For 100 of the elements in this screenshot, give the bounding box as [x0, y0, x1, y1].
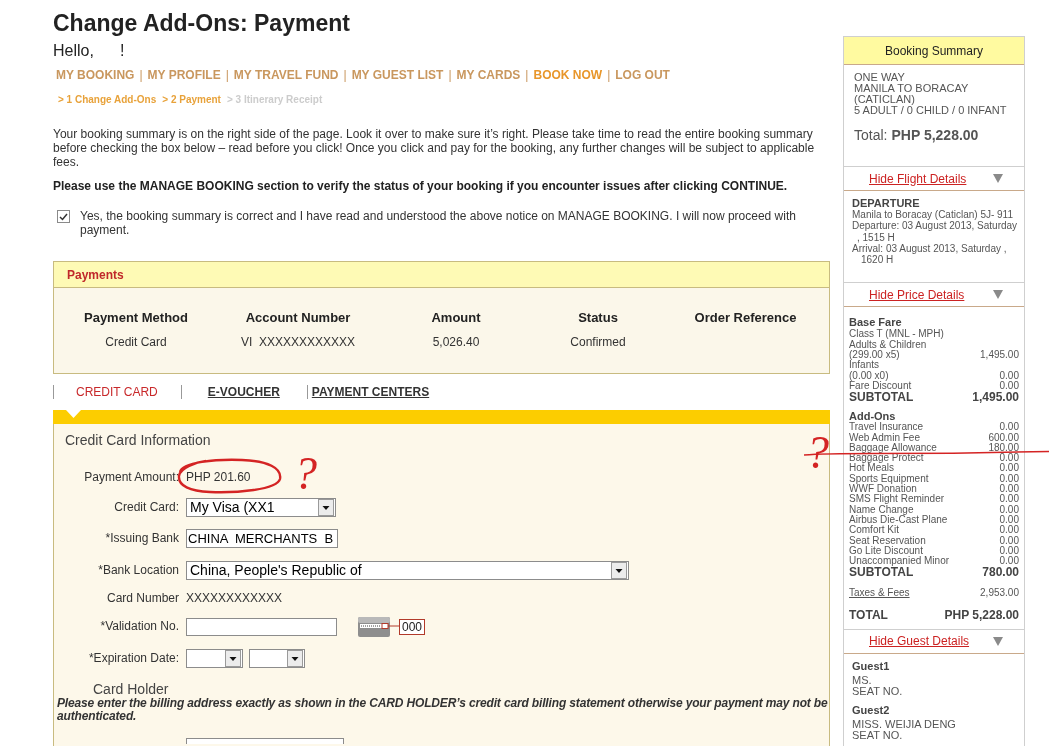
select-field[interactable]: China, People's Republic of	[186, 561, 629, 580]
select-field[interactable]	[186, 738, 344, 744]
departure-text: Departure: 03 August 2013, Saturday	[852, 220, 1019, 232]
price-amount: 0.00	[999, 380, 1019, 392]
toggle-link[interactable]: Hide Flight Details	[869, 171, 967, 186]
nav-separator: |	[448, 68, 452, 82]
toggle-link[interactable]: Hide Price Details	[869, 288, 965, 302]
section-title: Credit Card Information	[65, 432, 212, 449]
greeting-text: Hello,	[53, 42, 94, 60]
price-label: SUBTOTAL	[849, 566, 914, 580]
total-label: Total:	[854, 127, 888, 143]
caret-down-icon	[225, 650, 241, 667]
price-amount: 0.00	[999, 525, 1019, 536]
price-label: Name Change	[849, 504, 914, 515]
field-label: *Expiration Date:	[87, 650, 179, 665]
price-amount: 1,495.00	[980, 350, 1019, 361]
notice-text: Your booking summary is on the right side of the page. Look it over to make sure it’s right. Please take time to read the entire booking summary before checking the box below – read before you click! Once you click and pay for the booking, any further changes will be subject to applicable fees.	[53, 127, 816, 169]
annotation-question-mark: ?	[294, 450, 317, 498]
text-field[interactable]	[186, 618, 337, 636]
instructions-text: Please enter the billing address exactly as shown in the CARD HOLDER’s credit card billing statement otherwise your payment may not be authenticated.	[57, 697, 829, 723]
price-amount: 0.00	[999, 545, 1019, 556]
tab-notch-icon	[66, 410, 81, 418]
table-cell: 5,026.40	[432, 335, 480, 349]
table-cell: Confirmed	[570, 335, 626, 349]
price-amount: 0.00	[999, 422, 1019, 433]
table-cell: Credit Card	[105, 335, 167, 349]
field-label: *Validation No.	[99, 618, 179, 633]
price-amount: 780.00	[982, 566, 1019, 580]
toggle-link[interactable]: Hide Guest Details	[869, 634, 970, 649]
page-title: Change Add-Ons: Payment	[53, 9, 351, 37]
price-label: Go Lite Discount	[849, 545, 923, 556]
price-label: Baggage Allowance	[849, 442, 937, 454]
caret-down-icon	[287, 650, 303, 667]
table-cell: VI XXXXXXXXXXXX	[240, 335, 356, 349]
price-label: TOTAL	[849, 607, 888, 622]
panel-title: Payments	[67, 267, 124, 282]
column-header: Order Reference	[694, 310, 797, 325]
flight-heading: DEPARTURE	[852, 197, 921, 209]
price-label: Comfort Kit	[849, 525, 899, 536]
column-header: Amount	[431, 310, 481, 325]
price-amount: 600.00	[988, 432, 1019, 443]
price-label: Infants	[849, 360, 880, 371]
checkmark-icon	[59, 212, 68, 221]
guest-heading: Guest1	[852, 660, 891, 672]
select-field[interactable]: My Visa (XX1	[186, 498, 336, 517]
seat-text: SEAT NO.	[852, 685, 904, 697]
notice-bold-text: Please use the MANAGE BOOKING section to verify the status of your booking if you encounter issues after clicking CONTINUE.	[53, 179, 789, 193]
price-amount: 0.00	[999, 504, 1019, 515]
price-amount: 0.00	[999, 453, 1019, 464]
price-label: SUBTOTAL	[849, 391, 914, 405]
triangle-down-icon	[993, 174, 1003, 183]
nav-separator: |	[525, 68, 529, 82]
payment-tab[interactable]: E-VOUCHER	[207, 385, 280, 399]
summary-title: Booking Summary	[884, 43, 983, 58]
price-label: WWF Donation	[849, 484, 917, 495]
total-value: PHP 5,228.00	[891, 127, 979, 143]
passengers-text: 5 ADULT / 0 CHILD / 0 INFANT	[854, 105, 1008, 116]
price-amount: 0.00	[999, 484, 1019, 495]
nav-separator: |	[139, 68, 143, 82]
field-value: XXXXXXXXXXXX	[186, 591, 283, 605]
price-label: Airbus Die-Cast Plane	[849, 514, 948, 525]
price-label: (299.00 x5)	[849, 350, 900, 361]
section-title: Card Holder	[93, 681, 170, 697]
price-label: Travel Insurance	[849, 422, 924, 433]
price-heading: Base Fare	[849, 316, 903, 329]
taxes-link[interactable]: Taxes & Fees	[849, 588, 910, 599]
cvv-example: 000	[399, 619, 426, 635]
price-heading: Add-Ons	[849, 410, 896, 423]
consent-label: Yes, the booking summary is correct and I have read and understood the above notice on MANAGE BOOKING. I will now proceed with payment.	[80, 209, 797, 237]
breadcrumb-step: > 1 Change Add-Ons	[58, 94, 157, 106]
triangle-down-icon	[993, 636, 1003, 646]
field-label: Credit Card:	[113, 499, 179, 514]
checkbox[interactable]	[57, 210, 70, 223]
select-field[interactable]	[249, 649, 305, 668]
arrival-time: 1620 H	[860, 254, 895, 266]
price-amount: 180.00	[988, 442, 1019, 453]
field-label: Card Number	[105, 591, 179, 605]
credit-card-icon	[358, 617, 399, 637]
price-amount: 0.00	[999, 473, 1019, 484]
guest-heading: Guest2	[852, 704, 891, 716]
price-label: Seat Reservation	[849, 535, 926, 546]
departure-time: , 1515 H	[856, 231, 896, 243]
flight-route: Manila to Boracay (Caticlan) 5J- 911	[852, 209, 1013, 221]
price-label: SMS Flight Reminder	[849, 494, 945, 505]
payment-tab[interactable]: CREDIT CARD	[76, 385, 158, 399]
triangle-down-icon	[993, 290, 1003, 300]
text-field[interactable]: CHINA MERCHANTS B	[186, 529, 338, 548]
price-amount: 0.00	[999, 514, 1019, 525]
price-label: Web Admin Fee	[849, 432, 920, 443]
nav-separator: |	[225, 68, 229, 82]
price-amount: 0.00	[999, 494, 1019, 505]
nav-separator: |	[607, 68, 611, 82]
select-field[interactable]	[186, 649, 243, 668]
price-label: Adults & Children	[849, 339, 927, 350]
price-label: Unaccompanied Minor	[849, 556, 950, 567]
payment-tab[interactable]: PAYMENT CENTERS	[311, 385, 430, 399]
price-amount: 0.00	[999, 370, 1019, 381]
guest-name: MS.	[852, 674, 873, 686]
nav-separator: |	[343, 68, 347, 82]
greeting-text: !	[119, 42, 125, 60]
